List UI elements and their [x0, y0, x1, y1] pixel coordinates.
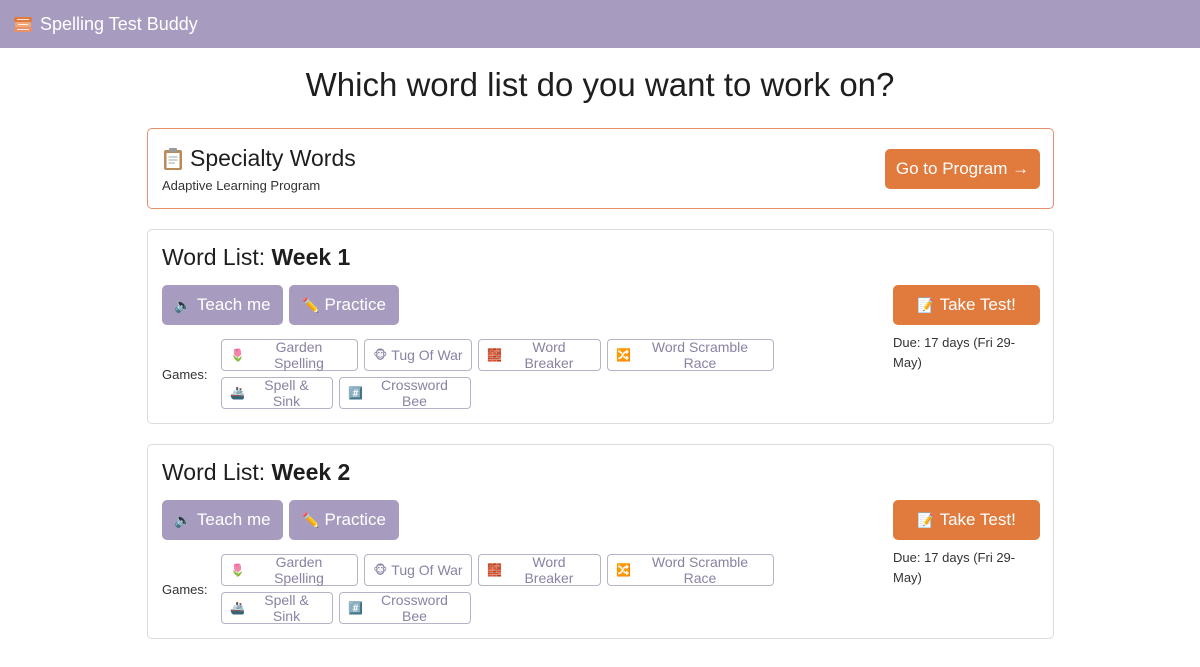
game-label: Word Breaker — [524, 339, 574, 371]
go-to-program-button[interactable]: Go to Program → — [885, 149, 1040, 189]
game-label: Word Scramble Race — [651, 554, 749, 586]
books-stack-icon — [12, 13, 34, 35]
word-list-prefix: Word List: — [162, 244, 272, 270]
practice-label: Practice — [324, 510, 386, 529]
game-word-breaker-button[interactable]: 🧱 Word Breaker — [478, 554, 601, 586]
take-test-label: Take Test! — [939, 510, 1016, 529]
brick-icon: 🧱 — [487, 348, 502, 362]
ship-icon: 🚢 — [230, 601, 245, 615]
game-word-breaker-button[interactable]: 🧱 Word Breaker — [478, 339, 601, 371]
game-label: Spell & Sink — [264, 377, 309, 409]
game-label: Word Scramble Race — [651, 339, 749, 371]
game-tug-of-war-button[interactable]: 🐵 Tug Of War — [364, 339, 472, 371]
brand-link[interactable]: Spelling Test Buddy — [12, 13, 198, 35]
game-garden-spelling-button[interactable]: 🌷 Garden Spelling — [221, 554, 358, 586]
ship-icon: 🚢 — [230, 386, 245, 400]
game-crossword-bee-button[interactable]: #️⃣ Crossword Bee — [339, 592, 471, 624]
practice-button[interactable]: ✏️ Practice — [289, 285, 399, 325]
page-title: Which word list do you want to work on? — [305, 66, 895, 103]
word-list-card-week-2: Word List: Week 2 🔈 Teach me ✏️ Practice… — [147, 444, 1054, 639]
game-label: Garden Spelling — [274, 554, 324, 586]
pencil-icon: ✏️ — [302, 296, 320, 313]
games-label: Games: — [162, 367, 208, 382]
monkey-icon: 🐵 — [373, 348, 388, 362]
specialty-card: Specialty Words Adaptive Learning Progra… — [147, 128, 1054, 209]
game-spell-and-sink-button[interactable]: 🚢 Spell & Sink — [221, 592, 333, 624]
game-crossword-bee-button[interactable]: #️⃣ Crossword Bee — [339, 377, 471, 409]
practice-button[interactable]: ✏️ Practice — [289, 500, 399, 540]
shuffle-icon: 🔀 — [616, 563, 631, 577]
game-label: Crossword Bee — [381, 377, 448, 409]
speaker-icon: 🔈 — [174, 511, 192, 528]
take-test-button[interactable]: 📝 Take Test! — [893, 500, 1040, 540]
specialty-title-row: Specialty Words — [162, 145, 356, 172]
word-list-title: Word List: Week 2 — [162, 459, 350, 486]
specialty-title: Specialty Words — [190, 145, 356, 171]
game-word-scramble-race-button[interactable]: 🔀 Word Scramble Race — [607, 339, 774, 371]
game-word-scramble-race-button[interactable]: 🔀 Word Scramble Race — [607, 554, 774, 586]
game-tug-of-war-button[interactable]: 🐵 Tug Of War — [364, 554, 472, 586]
teach-me-button[interactable]: 🔈 Teach me — [162, 285, 283, 325]
teach-me-button[interactable]: 🔈 Teach me — [162, 500, 283, 540]
game-label: Word Breaker — [524, 554, 574, 586]
due-date: Due: 17 days (Fri 29-May) — [893, 335, 1016, 370]
shuffle-icon: 🔀 — [616, 348, 631, 362]
practice-label: Practice — [324, 295, 386, 314]
word-list-card-week-1: Word List: Week 1 🔈 Teach me ✏️ Practice… — [147, 229, 1054, 424]
game-label: Tug Of War — [391, 562, 463, 578]
app-title: Spelling Test Buddy — [40, 13, 198, 34]
pencil-icon: ✏️ — [302, 511, 320, 528]
teach-me-label: Teach me — [196, 295, 271, 314]
game-label: Garden Spelling — [274, 339, 324, 371]
due-date: Due: 17 days (Fri 29-May) — [893, 550, 1016, 585]
word-list-title: Word List: Week 1 — [162, 244, 350, 271]
memo-icon: 📝 — [917, 296, 935, 313]
monkey-icon: 🐵 — [373, 563, 388, 577]
hash-icon: #️⃣ — [348, 601, 363, 615]
tulip-icon: 🌷 — [230, 563, 245, 577]
game-label: Spell & Sink — [264, 592, 309, 624]
navbar: Spelling Test Buddy — [0, 0, 1200, 48]
brick-icon: 🧱 — [487, 563, 502, 577]
specialty-subtitle: Adaptive Learning Program — [162, 178, 321, 193]
hash-icon: #️⃣ — [348, 386, 363, 400]
word-list-name: Week 2 — [271, 459, 351, 485]
take-test-button[interactable]: 📝 Take Test! — [893, 285, 1040, 325]
word-list-prefix: Word List: — [162, 459, 272, 485]
games-label: Games: — [162, 582, 208, 597]
take-test-label: Take Test! — [939, 295, 1016, 314]
teach-me-label: Teach me — [196, 510, 271, 529]
clipboard-icon — [162, 147, 184, 171]
memo-icon: 📝 — [917, 511, 935, 528]
game-label: Crossword Bee — [381, 592, 448, 624]
speaker-icon: 🔈 — [174, 296, 192, 313]
game-spell-and-sink-button[interactable]: 🚢 Spell & Sink — [221, 377, 333, 409]
game-garden-spelling-button[interactable]: 🌷 Garden Spelling — [221, 339, 358, 371]
word-list-name: Week 1 — [271, 244, 351, 270]
tulip-icon: 🌷 — [230, 348, 245, 362]
game-label: Tug Of War — [391, 347, 463, 363]
